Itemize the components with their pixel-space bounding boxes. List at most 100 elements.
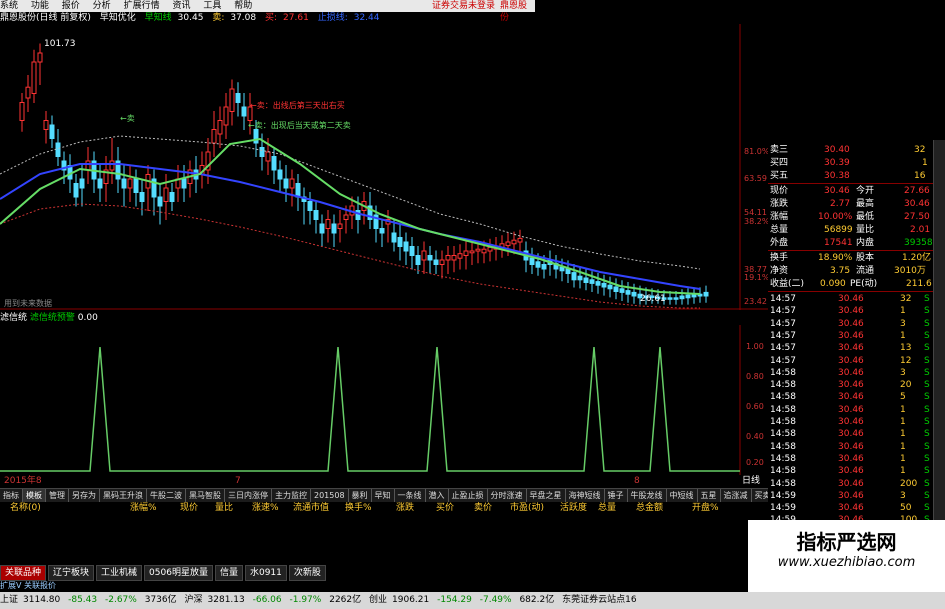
tab-manage[interactable]: 管理 [46, 489, 69, 502]
col-volume[interactable]: 总量 [598, 502, 616, 515]
period-label[interactable]: 日线 [742, 474, 760, 488]
tick-volume: 50 [900, 503, 912, 514]
tick-time: 14:59 [770, 490, 796, 501]
tab-template[interactable]: 模板 [23, 489, 46, 502]
col-amount[interactable]: 总金额 [636, 502, 663, 515]
sector-tab-water[interactable]: 水0911 [244, 565, 287, 581]
candle-body [235, 93, 241, 103]
col-open[interactable]: 开盘% [692, 502, 719, 515]
tab-18[interactable]: 中短线 [667, 489, 698, 502]
sector-tab-newstock[interactable]: 次新股 [288, 565, 326, 581]
col-name[interactable]: 名称(0) [10, 502, 41, 515]
menu-item-help[interactable]: 帮助 [234, 0, 252, 12]
col-ask[interactable]: 卖价 [474, 502, 492, 515]
tab-15[interactable]: 海神短线 [566, 489, 605, 502]
tick-time: 14:58 [770, 404, 796, 415]
menu-item-news[interactable]: 资讯 [172, 0, 190, 12]
tab-9[interactable]: 早知 [372, 489, 395, 502]
candle-body [631, 291, 637, 297]
tab-14[interactable]: 早盘之星 [527, 489, 566, 502]
candle-body [685, 294, 691, 299]
col-pe[interactable]: 市盈(动) [510, 502, 544, 515]
sector-tab-star[interactable]: 0506明星放量 [144, 565, 213, 581]
col-turnover[interactable]: 换手% [345, 502, 372, 515]
candle-body [169, 192, 175, 202]
tab-4[interactable]: 黑马智股 [186, 489, 225, 502]
oscillator-name[interactable]: 滤信统 [0, 313, 27, 323]
tab-20[interactable]: 追涨减 [721, 489, 752, 502]
col-speed[interactable]: 涨速% [252, 502, 279, 515]
col-bid[interactable]: 买价 [436, 502, 454, 515]
menu-item-quote[interactable]: 报价 [62, 0, 80, 12]
tick-scrollbar[interactable] [933, 140, 945, 580]
oscillator-chart[interactable]: 1.00 0.80 0.60 0.40 0.20 [0, 325, 768, 475]
ratio-label: 量比 [856, 225, 875, 235]
kline-chart[interactable]: 101.73 ←卖：出线后第三天出右买 ←卖 ←卖：出现后当天或第二天卖 用到未… [0, 24, 768, 310]
tick-volume: 1 [900, 466, 906, 477]
expand-button[interactable]: 扩展V [0, 581, 21, 590]
server-site[interactable]: 东莞证券云站点16 [562, 595, 636, 605]
tab-16[interactable]: 锤子 [605, 489, 628, 502]
sector-tab-credit[interactable]: 信量 [214, 565, 243, 581]
candle-body [433, 259, 439, 265]
tick-time: 14:58 [770, 380, 796, 391]
tab-12[interactable]: 止盈止损 [449, 489, 488, 502]
tick-volume: 13 [900, 343, 912, 354]
tick-volume: 1 [900, 453, 906, 464]
candle-body [595, 281, 601, 286]
tab-8[interactable]: 暴利 [349, 489, 372, 502]
col-active[interactable]: 活跃度 [560, 502, 587, 515]
col-change[interactable]: 涨跌 [396, 502, 414, 515]
candle-body [679, 295, 685, 300]
tick-list[interactable]: 14:57 30.46 32 S 14:57 30.46 1 S 14:57 30.46 3 S 14:… [768, 293, 933, 553]
col-mktcap[interactable]: 流通市值 [293, 502, 329, 515]
candle-body [325, 219, 331, 229]
osc-axis-4: 0.40 [746, 432, 764, 441]
tab-13[interactable]: 分时涨速 [488, 489, 527, 502]
menu-item-ext-quote[interactable]: 扩展行情 [124, 0, 160, 12]
tick-volume: 1 [900, 306, 906, 317]
tab-11[interactable]: 潜入 [426, 489, 449, 502]
tab-6[interactable]: 主力监控 [272, 489, 311, 502]
tick-price: 30.46 [838, 417, 864, 427]
menu-item-function[interactable]: 功能 [31, 0, 49, 12]
ask3-price: 30.40 [824, 145, 850, 155]
tab-3[interactable]: 牛股二波 [147, 489, 186, 502]
menu-item-system[interactable]: 系统 [0, 0, 18, 12]
tab-10[interactable]: 一条线 [395, 489, 426, 502]
high-price-label: 101.73 [44, 39, 76, 49]
tab-19[interactable]: 五星 [698, 489, 721, 502]
col-price[interactable]: 现价 [180, 502, 198, 515]
tab-7[interactable]: 201508 [311, 489, 349, 502]
tick-side: S [924, 355, 930, 366]
date-axis: 2015年8 7 8 日线 [0, 474, 768, 488]
col-ratio[interactable]: 量比 [215, 502, 233, 515]
tab-21[interactable]: 买卖时机 [752, 489, 768, 502]
sector-tab-machinery[interactable]: 工业机械 [96, 565, 143, 581]
cy-pct: -7.49% [479, 595, 512, 605]
low-label: 最低 [856, 212, 875, 222]
menu-item-analysis[interactable]: 分析 [93, 0, 111, 12]
tab-2[interactable]: 黑码王升浪 [100, 489, 147, 502]
candle-body [55, 142, 61, 157]
sector-tab-liaoning[interactable]: 辽宁板块 [48, 565, 95, 581]
ask3-vol: 32 [914, 145, 926, 155]
tab-indicator[interactable]: 指标 [0, 489, 23, 502]
ask5-label: 买五 [770, 171, 789, 181]
menu-item-tools[interactable]: 工具 [203, 0, 221, 12]
tab-5[interactable]: 三日内涨停 [225, 489, 272, 502]
tick-price: 30.46 [838, 306, 864, 317]
tab-17[interactable]: 牛股龙线 [628, 489, 667, 502]
related-quote[interactable]: 关联报价 [24, 581, 56, 590]
login-warning[interactable]: 证券交易未登录 [432, 0, 495, 12]
tab-save-as[interactable]: 另存为 [69, 489, 100, 502]
ask5-price: 30.38 [824, 171, 850, 181]
candle-body [445, 255, 451, 261]
candle-body [259, 147, 265, 157]
col-pct[interactable]: 涨幅% [130, 502, 157, 515]
sector-tab-related[interactable]: 关联品种 [0, 565, 47, 581]
candle-body [19, 102, 25, 121]
indicator-name[interactable]: 早知优化 [100, 13, 136, 23]
ind4-value: 32.44 [353, 13, 380, 23]
watermark-url: www.xuezhibiao.com [777, 555, 916, 570]
